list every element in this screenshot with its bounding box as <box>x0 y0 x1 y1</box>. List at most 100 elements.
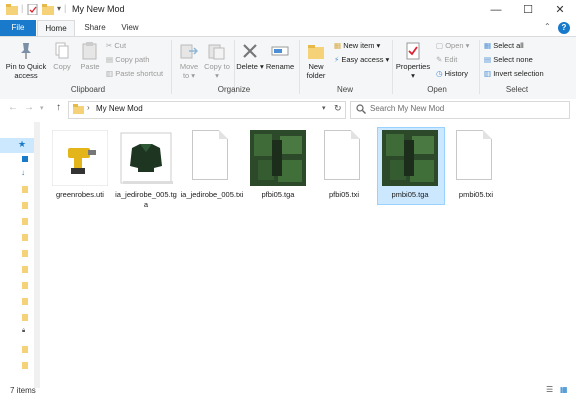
select-all-button[interactable]: ▦ Select all <box>484 40 524 52</box>
cut-button[interactable]: ✂ Cut <box>106 40 126 52</box>
copy-path-icon: ▤ <box>106 55 114 64</box>
group-separator <box>479 40 480 94</box>
new-item-icon: ▦ <box>334 41 342 50</box>
rename-button[interactable]: Rename <box>265 42 295 71</box>
organize-group-label: Organize <box>217 85 251 94</box>
star-icon[interactable]: ★ <box>18 139 26 150</box>
move-to-label: Move to ▾ <box>179 62 199 80</box>
file-name: ia_jedirobe_005.tga <box>115 190 177 209</box>
edit-icon: ✎ <box>436 55 443 64</box>
file-name: pfbi05.tga <box>261 190 295 199</box>
select-group-label: Select <box>505 85 529 94</box>
delete-button[interactable]: Delete ▾ <box>236 42 264 71</box>
breadcrumb-chevron-icon[interactable]: › <box>87 103 90 112</box>
group-separator <box>299 40 300 94</box>
folder-icon[interactable] <box>22 234 28 241</box>
copy-path-button[interactable]: ▤ Copy path <box>106 54 149 66</box>
recent-locations-icon[interactable]: ▾ <box>40 104 44 112</box>
help-button[interactable]: ? <box>558 22 570 34</box>
desktop-icon[interactable] <box>22 156 28 162</box>
cut-label: Cut <box>114 41 127 50</box>
group-separator <box>392 40 393 94</box>
file-item[interactable]: ia_jedirobe_005.tga <box>114 130 178 209</box>
minimize-button[interactable]: — <box>480 0 512 20</box>
paste-button[interactable]: Paste <box>77 42 103 71</box>
refresh-icon[interactable]: ↻ <box>334 103 342 114</box>
folder-icon[interactable] <box>22 298 28 305</box>
invert-selection-button[interactable]: ▥ Invert selection <box>484 68 544 80</box>
download-icon[interactable]: ↓ <box>21 168 25 177</box>
rename-icon <box>271 46 289 56</box>
file-item[interactable]: pmbi05.txi <box>444 130 508 206</box>
new-folder-label: New folder <box>306 62 326 80</box>
lock-icon[interactable]: 🔒︎ <box>22 328 25 335</box>
properties-qat-icon[interactable] <box>27 4 38 15</box>
copy-to-button[interactable]: Copy to ▾ <box>204 42 230 80</box>
file-item[interactable]: pfbi05.txi <box>312 130 376 206</box>
edit-label: Edit <box>444 55 458 64</box>
file-item[interactable]: greenrobes.uti <box>48 130 112 206</box>
pin-to-quick-access-label: Pin to Quick access <box>5 62 47 80</box>
tab-share[interactable]: Share <box>78 20 112 36</box>
copy-to-icon <box>208 44 225 60</box>
copy-icon <box>55 42 69 59</box>
scissors-icon: ✂ <box>106 41 113 50</box>
file-name: pfbi05.txi <box>328 190 360 199</box>
file-name: greenrobes.uti <box>56 190 104 199</box>
large-icons-view-icon[interactable]: ▦ <box>560 385 568 394</box>
open-icon: ▢ <box>436 41 444 50</box>
back-arrow-icon[interactable]: ← <box>8 102 18 113</box>
edit-button[interactable]: ✎ Edit <box>436 54 457 66</box>
close-button[interactable]: ✕ <box>544 0 576 20</box>
folder-icon[interactable] <box>22 202 28 209</box>
folder-icon[interactable] <box>22 218 28 225</box>
tab-view[interactable]: View <box>114 20 146 36</box>
folder-icon[interactable] <box>22 314 28 321</box>
forward-arrow-icon[interactable]: → <box>24 102 34 113</box>
folder-icon <box>6 4 18 15</box>
divider: | <box>64 3 67 13</box>
file-item[interactable]: ia_jedirobe_005.txi <box>180 130 244 206</box>
new-folder-qat-icon[interactable] <box>42 4 54 15</box>
document-icon <box>192 130 228 180</box>
folder-icon[interactable] <box>22 186 28 193</box>
folder-icon[interactable] <box>22 250 28 257</box>
select-none-button[interactable]: ▤ Select none <box>484 54 533 66</box>
select-none-label: Select none <box>493 55 533 64</box>
invert-selection-icon: ▥ <box>484 69 492 78</box>
customize-qat-icon[interactable]: ▾ <box>57 4 61 13</box>
open-group-label: Open <box>427 85 447 94</box>
properties-icon <box>406 42 420 60</box>
folder-icon[interactable] <box>22 346 28 353</box>
history-label: History <box>444 69 468 78</box>
delete-x-icon <box>243 44 257 58</box>
file-item-selected[interactable]: pmbi05.tga <box>377 127 445 206</box>
new-group-label: New <box>336 85 353 94</box>
new-folder-icon <box>308 45 324 59</box>
breadcrumb[interactable]: My New Mod <box>96 104 143 113</box>
search-input[interactable]: Search My New Mod <box>370 104 444 113</box>
address-dropdown-icon[interactable]: ▾ <box>322 104 326 112</box>
collapse-ribbon-button[interactable]: ⌃ <box>544 22 551 31</box>
history-button[interactable]: ◷ History <box>436 68 468 80</box>
easy-access-button[interactable]: ⚡ Easy access ▾ <box>334 54 389 66</box>
details-view-icon[interactable]: ☰ <box>546 385 553 394</box>
folder-icon[interactable] <box>22 362 28 369</box>
new-folder-button[interactable]: New folder <box>302 42 330 80</box>
up-arrow-icon[interactable]: ↑ <box>56 102 61 113</box>
copy-button[interactable]: Copy <box>50 42 74 71</box>
open-button[interactable]: ▢ Open ▾ <box>436 40 469 52</box>
properties-button[interactable]: Properties ▾ <box>395 42 431 80</box>
title-bar: | ▾ | My New Mod — ☐ ✕ <box>0 0 576 20</box>
file-item[interactable]: pfbi05.tga <box>246 130 310 206</box>
folder-icon[interactable] <box>22 266 28 273</box>
maximize-button[interactable]: ☐ <box>512 0 544 20</box>
new-item-button[interactable]: ▦ New item ▾ <box>334 40 380 52</box>
tab-file[interactable]: File <box>0 20 36 36</box>
nav-pane-scrollbar[interactable] <box>34 122 40 388</box>
pin-to-quick-access-button[interactable]: Pin to Quick access <box>4 42 48 80</box>
nav-item-selected[interactable] <box>0 138 34 153</box>
move-to-button[interactable]: Move to ▾ <box>176 42 202 80</box>
paste-shortcut-button[interactable]: ▥ Paste shortcut <box>106 68 163 80</box>
folder-icon[interactable] <box>22 282 28 289</box>
